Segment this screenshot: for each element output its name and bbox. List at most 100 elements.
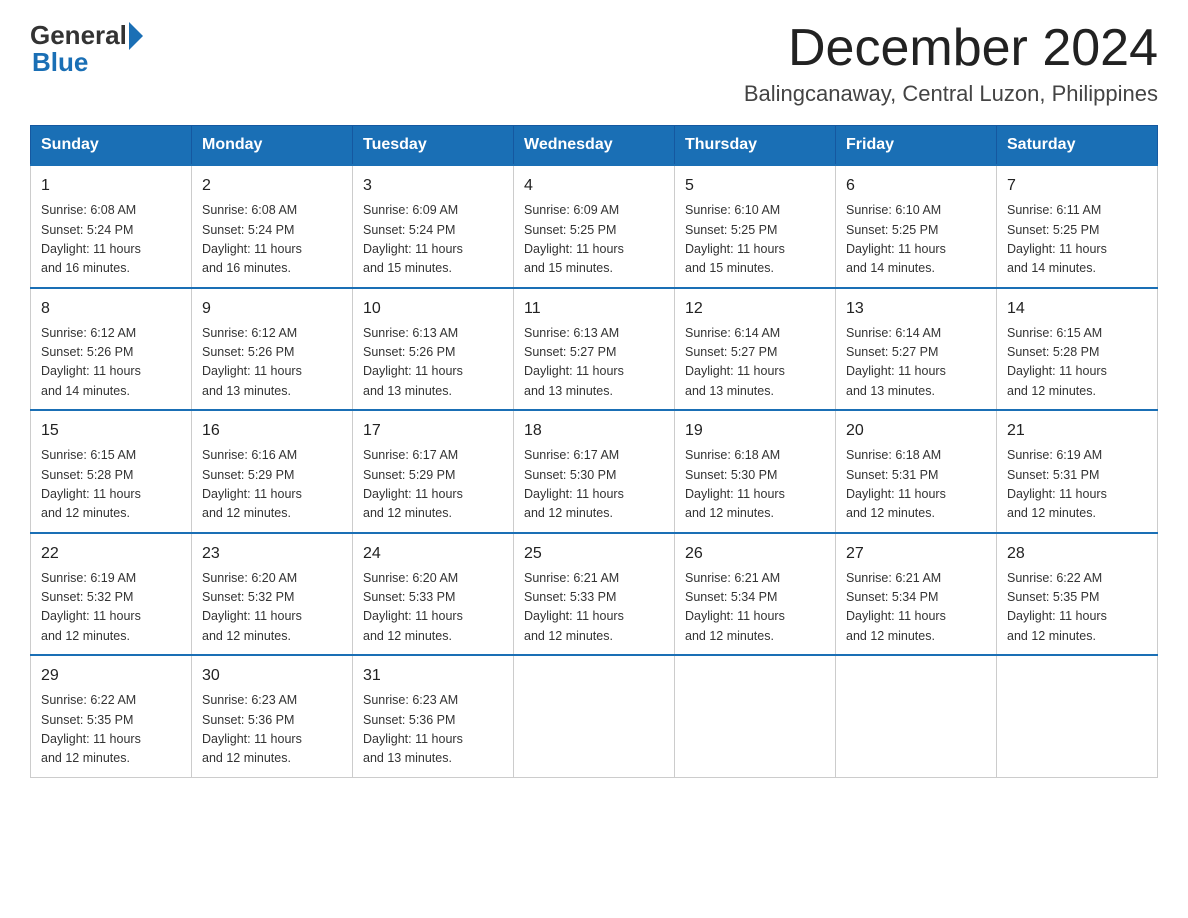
day-info: Sunrise: 6:19 AM Sunset: 5:32 PM Dayligh… (41, 569, 181, 647)
calendar-cell: 24 Sunrise: 6:20 AM Sunset: 5:33 PM Dayl… (353, 533, 514, 656)
day-info: Sunrise: 6:12 AM Sunset: 5:26 PM Dayligh… (202, 324, 342, 402)
day-number: 18 (524, 419, 664, 443)
day-number: 17 (363, 419, 503, 443)
day-info: Sunrise: 6:23 AM Sunset: 5:36 PM Dayligh… (202, 691, 342, 769)
day-info: Sunrise: 6:20 AM Sunset: 5:32 PM Dayligh… (202, 569, 342, 647)
day-header-wednesday: Wednesday (514, 126, 675, 166)
calendar-cell: 10 Sunrise: 6:13 AM Sunset: 5:26 PM Dayl… (353, 288, 514, 411)
day-number: 26 (685, 542, 825, 566)
day-number: 13 (846, 297, 986, 321)
calendar-cell: 16 Sunrise: 6:16 AM Sunset: 5:29 PM Dayl… (192, 410, 353, 533)
logo-arrow-icon (129, 22, 143, 50)
day-info: Sunrise: 6:08 AM Sunset: 5:24 PM Dayligh… (202, 201, 342, 279)
day-number: 19 (685, 419, 825, 443)
day-number: 1 (41, 174, 181, 198)
day-number: 27 (846, 542, 986, 566)
day-info: Sunrise: 6:11 AM Sunset: 5:25 PM Dayligh… (1007, 201, 1147, 279)
week-row-1: 1 Sunrise: 6:08 AM Sunset: 5:24 PM Dayli… (31, 165, 1158, 288)
day-info: Sunrise: 6:15 AM Sunset: 5:28 PM Dayligh… (1007, 324, 1147, 402)
calendar-cell: 21 Sunrise: 6:19 AM Sunset: 5:31 PM Dayl… (997, 410, 1158, 533)
day-number: 4 (524, 174, 664, 198)
calendar-cell: 29 Sunrise: 6:22 AM Sunset: 5:35 PM Dayl… (31, 655, 192, 777)
calendar-cell: 5 Sunrise: 6:10 AM Sunset: 5:25 PM Dayli… (675, 165, 836, 288)
day-info: Sunrise: 6:10 AM Sunset: 5:25 PM Dayligh… (685, 201, 825, 279)
calendar-cell: 20 Sunrise: 6:18 AM Sunset: 5:31 PM Dayl… (836, 410, 997, 533)
week-row-5: 29 Sunrise: 6:22 AM Sunset: 5:35 PM Dayl… (31, 655, 1158, 777)
day-header-friday: Friday (836, 126, 997, 166)
day-number: 11 (524, 297, 664, 321)
day-header-saturday: Saturday (997, 126, 1158, 166)
calendar-cell: 1 Sunrise: 6:08 AM Sunset: 5:24 PM Dayli… (31, 165, 192, 288)
calendar-cell: 17 Sunrise: 6:17 AM Sunset: 5:29 PM Dayl… (353, 410, 514, 533)
day-number: 15 (41, 419, 181, 443)
calendar-cell: 19 Sunrise: 6:18 AM Sunset: 5:30 PM Dayl… (675, 410, 836, 533)
day-info: Sunrise: 6:17 AM Sunset: 5:30 PM Dayligh… (524, 446, 664, 524)
calendar-cell: 22 Sunrise: 6:19 AM Sunset: 5:32 PM Dayl… (31, 533, 192, 656)
day-info: Sunrise: 6:18 AM Sunset: 5:31 PM Dayligh… (846, 446, 986, 524)
calendar-cell: 12 Sunrise: 6:14 AM Sunset: 5:27 PM Dayl… (675, 288, 836, 411)
day-info: Sunrise: 6:21 AM Sunset: 5:34 PM Dayligh… (685, 569, 825, 647)
week-row-3: 15 Sunrise: 6:15 AM Sunset: 5:28 PM Dayl… (31, 410, 1158, 533)
calendar-cell: 6 Sunrise: 6:10 AM Sunset: 5:25 PM Dayli… (836, 165, 997, 288)
day-info: Sunrise: 6:13 AM Sunset: 5:26 PM Dayligh… (363, 324, 503, 402)
calendar-cell: 15 Sunrise: 6:15 AM Sunset: 5:28 PM Dayl… (31, 410, 192, 533)
day-info: Sunrise: 6:14 AM Sunset: 5:27 PM Dayligh… (685, 324, 825, 402)
day-number: 3 (363, 174, 503, 198)
month-title: December 2024 (744, 20, 1158, 77)
day-number: 31 (363, 664, 503, 688)
day-info: Sunrise: 6:15 AM Sunset: 5:28 PM Dayligh… (41, 446, 181, 524)
day-info: Sunrise: 6:20 AM Sunset: 5:33 PM Dayligh… (363, 569, 503, 647)
day-info: Sunrise: 6:19 AM Sunset: 5:31 PM Dayligh… (1007, 446, 1147, 524)
day-number: 21 (1007, 419, 1147, 443)
logo: General Blue (30, 20, 143, 78)
day-info: Sunrise: 6:16 AM Sunset: 5:29 PM Dayligh… (202, 446, 342, 524)
calendar-cell: 11 Sunrise: 6:13 AM Sunset: 5:27 PM Dayl… (514, 288, 675, 411)
day-info: Sunrise: 6:21 AM Sunset: 5:34 PM Dayligh… (846, 569, 986, 647)
calendar-cell: 25 Sunrise: 6:21 AM Sunset: 5:33 PM Dayl… (514, 533, 675, 656)
day-number: 7 (1007, 174, 1147, 198)
day-number: 24 (363, 542, 503, 566)
day-number: 8 (41, 297, 181, 321)
day-number: 10 (363, 297, 503, 321)
day-header-monday: Monday (192, 126, 353, 166)
day-info: Sunrise: 6:17 AM Sunset: 5:29 PM Dayligh… (363, 446, 503, 524)
calendar-cell: 13 Sunrise: 6:14 AM Sunset: 5:27 PM Dayl… (836, 288, 997, 411)
day-header-sunday: Sunday (31, 126, 192, 166)
calendar-cell: 3 Sunrise: 6:09 AM Sunset: 5:24 PM Dayli… (353, 165, 514, 288)
day-number: 5 (685, 174, 825, 198)
location-title: Balingcanaway, Central Luzon, Philippine… (744, 81, 1158, 107)
logo-blue-text: Blue (32, 47, 88, 78)
day-number: 14 (1007, 297, 1147, 321)
calendar-cell: 18 Sunrise: 6:17 AM Sunset: 5:30 PM Dayl… (514, 410, 675, 533)
calendar-cell: 7 Sunrise: 6:11 AM Sunset: 5:25 PM Dayli… (997, 165, 1158, 288)
week-row-4: 22 Sunrise: 6:19 AM Sunset: 5:32 PM Dayl… (31, 533, 1158, 656)
calendar-cell: 27 Sunrise: 6:21 AM Sunset: 5:34 PM Dayl… (836, 533, 997, 656)
day-number: 16 (202, 419, 342, 443)
day-header-tuesday: Tuesday (353, 126, 514, 166)
day-number: 23 (202, 542, 342, 566)
day-number: 25 (524, 542, 664, 566)
calendar-cell: 4 Sunrise: 6:09 AM Sunset: 5:25 PM Dayli… (514, 165, 675, 288)
day-info: Sunrise: 6:09 AM Sunset: 5:24 PM Dayligh… (363, 201, 503, 279)
page-header: General Blue December 2024 Balingcanaway… (30, 20, 1158, 107)
day-info: Sunrise: 6:09 AM Sunset: 5:25 PM Dayligh… (524, 201, 664, 279)
week-row-2: 8 Sunrise: 6:12 AM Sunset: 5:26 PM Dayli… (31, 288, 1158, 411)
day-number: 20 (846, 419, 986, 443)
day-number: 22 (41, 542, 181, 566)
day-header-thursday: Thursday (675, 126, 836, 166)
day-info: Sunrise: 6:13 AM Sunset: 5:27 PM Dayligh… (524, 324, 664, 402)
calendar-cell: 28 Sunrise: 6:22 AM Sunset: 5:35 PM Dayl… (997, 533, 1158, 656)
day-number: 6 (846, 174, 986, 198)
day-info: Sunrise: 6:23 AM Sunset: 5:36 PM Dayligh… (363, 691, 503, 769)
day-info: Sunrise: 6:22 AM Sunset: 5:35 PM Dayligh… (1007, 569, 1147, 647)
day-info: Sunrise: 6:12 AM Sunset: 5:26 PM Dayligh… (41, 324, 181, 402)
day-info: Sunrise: 6:18 AM Sunset: 5:30 PM Dayligh… (685, 446, 825, 524)
calendar-cell: 31 Sunrise: 6:23 AM Sunset: 5:36 PM Dayl… (353, 655, 514, 777)
calendar-header-row: SundayMondayTuesdayWednesdayThursdayFrid… (31, 126, 1158, 166)
calendar-cell (514, 655, 675, 777)
day-number: 29 (41, 664, 181, 688)
day-number: 28 (1007, 542, 1147, 566)
day-info: Sunrise: 6:08 AM Sunset: 5:24 PM Dayligh… (41, 201, 181, 279)
title-block: December 2024 Balingcanaway, Central Luz… (744, 20, 1158, 107)
day-info: Sunrise: 6:10 AM Sunset: 5:25 PM Dayligh… (846, 201, 986, 279)
